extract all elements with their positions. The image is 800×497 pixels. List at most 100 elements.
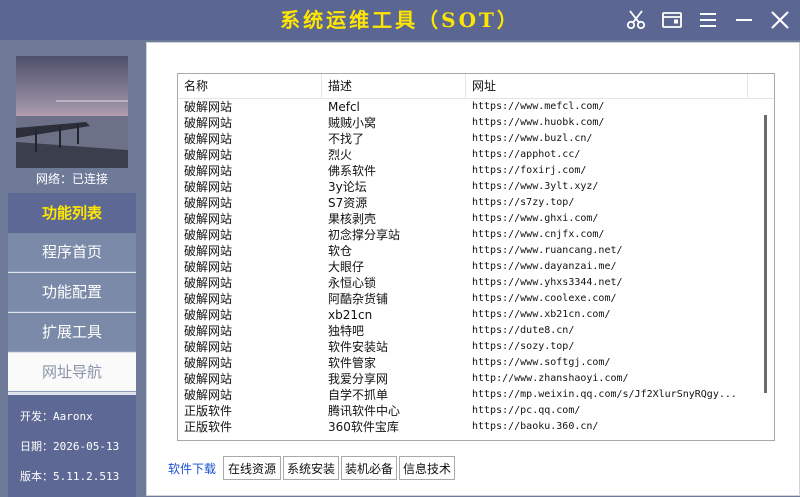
- row-url: https://foxirj.com/: [472, 165, 587, 176]
- table-row[interactable]: 破解网站 软件安装站 https://sozy.top/: [178, 339, 756, 355]
- row-description: 大眼仔: [328, 260, 365, 274]
- menu-item-extensions[interactable]: 扩展工具: [8, 313, 136, 352]
- row-name: 破解网站: [184, 388, 233, 402]
- close-icon[interactable]: [768, 8, 792, 32]
- row-name: 破解网站: [184, 164, 233, 178]
- scrollbar-thumb[interactable]: [764, 115, 767, 393]
- table-row[interactable]: 破解网站 果核剥壳 https://www.ghxi.com/: [178, 211, 756, 227]
- row-url: https://www.yhxs3344.net/: [472, 277, 623, 288]
- row-url: https://www.ghxi.com/: [472, 213, 599, 224]
- tab-bar: 软件下载 在线资源 系统安装 装机必备 信息技术: [163, 456, 763, 482]
- scissors-icon[interactable]: [624, 8, 648, 32]
- table-row[interactable]: 破解网站 初念撑分享站 https://www.cnjfx.com/: [178, 227, 756, 243]
- row-url: https://www.3ylt.xyz/: [472, 181, 599, 192]
- function-menu: 功能列表 程序首页 功能配置 扩展工具 网址导航 开发：Aaronx 日期：20…: [8, 193, 136, 497]
- row-url: https://www.buzl.cn/: [472, 133, 593, 144]
- menu-title: 功能列表: [41, 204, 102, 222]
- menu-item-config[interactable]: 功能配置: [8, 273, 136, 312]
- developer-info: 开发：Aaronx: [20, 410, 93, 423]
- row-url: https://www.xb21cn.com/: [472, 309, 611, 320]
- row-name: 破解网站: [184, 180, 233, 194]
- table-row[interactable]: 破解网站 3y论坛 https://www.3ylt.xyz/: [178, 179, 756, 195]
- table-row[interactable]: 破解网站 烈火 https://apphot.cc/: [178, 147, 756, 163]
- main-content: 名称 描述 网址 破解网站 Mefcl https://www.mefcl.com/…: [146, 40, 800, 496]
- row-name: 破解网站: [184, 116, 233, 130]
- row-name: 正版软件: [184, 420, 233, 434]
- minimize-icon[interactable]: [732, 8, 756, 32]
- tab-software-download[interactable]: 软件下载: [163, 456, 221, 480]
- table-row[interactable]: 破解网站 大眼仔 https://www.dayanzai.me/: [178, 259, 756, 275]
- table-row[interactable]: 破解网站 软仓 https://www.ruancang.net/: [178, 243, 756, 259]
- table-row[interactable]: 破解网站 不找了 https://www.buzl.cn/: [178, 131, 756, 147]
- row-description: 软件安装站: [328, 340, 389, 354]
- table-row[interactable]: 正版软件 腾讯软件中心 https://pc.qq.com/: [178, 403, 756, 419]
- column-header-name[interactable]: 名称: [178, 74, 322, 98]
- avatar: [16, 56, 128, 168]
- row-description: 独特吧: [328, 324, 365, 338]
- row-url: https://mp.weixin.qq.com/s/Jf2XlurSnyRQg…: [472, 389, 737, 400]
- row-description: 我爱分享网: [328, 372, 389, 386]
- table-row[interactable]: 破解网站 独特吧 https://dute8.cn/: [178, 323, 756, 339]
- row-name: 破解网站: [184, 196, 233, 210]
- table-row[interactable]: 破解网站 贼贼小窝 https://www.huobk.com/: [178, 115, 756, 131]
- row-description: 自学不抓单: [328, 388, 389, 402]
- row-url: https://www.softgj.com/: [472, 357, 611, 368]
- column-header-desc[interactable]: 描述: [322, 74, 466, 98]
- row-description: 阿酷杂货铺: [328, 292, 389, 306]
- table-row[interactable]: 破解网站 软件管家 https://www.softgj.com/: [178, 355, 756, 371]
- row-name: 破解网站: [184, 228, 233, 242]
- table-row[interactable]: 破解网站 S7资源 https://s7zy.top/: [178, 195, 756, 211]
- tab-info-tech[interactable]: 信息技术: [399, 456, 455, 480]
- row-url: https://www.dayanzai.me/: [472, 261, 617, 272]
- table-row[interactable]: 正版软件 360软件宝库 https://baoku.360.cn/: [178, 419, 756, 435]
- row-name: 破解网站: [184, 372, 233, 386]
- column-header-url[interactable]: 网址: [466, 74, 748, 98]
- row-description: 腾讯软件中心: [328, 404, 401, 418]
- url-list[interactable]: 名称 描述 网址 破解网站 Mefcl https://www.mefcl.com/…: [177, 73, 775, 441]
- row-description: 贼贼小窝: [328, 116, 377, 130]
- menu-item-home[interactable]: 程序首页: [8, 233, 136, 272]
- table-row[interactable]: 破解网站 Mefcl https://www.mefcl.com/: [178, 99, 756, 115]
- row-url: https://www.huobk.com/: [472, 117, 605, 128]
- row-name: 破解网站: [184, 212, 233, 226]
- row-url: https://s7zy.top/: [472, 197, 575, 208]
- row-name: 破解网站: [184, 132, 233, 146]
- tab-online-resources[interactable]: 在线资源: [223, 456, 281, 480]
- window-icon[interactable]: [660, 8, 684, 32]
- row-url: https://www.mefcl.com/: [472, 101, 605, 112]
- tab-essentials[interactable]: 装机必备: [341, 456, 397, 480]
- row-description: 永恒心锁: [328, 276, 377, 290]
- row-url: https://www.cnjfx.com/: [472, 229, 605, 240]
- vertical-scrollbar[interactable]: [756, 99, 773, 439]
- row-description: 果核剥壳: [328, 212, 377, 226]
- row-description: xb21cn: [328, 308, 373, 322]
- table-row[interactable]: 破解网站 永恒心锁 https://www.yhxs3344.net/: [178, 275, 756, 291]
- menu-header: 功能列表: [8, 193, 136, 233]
- table-row[interactable]: 破解网站 阿酷杂货铺 https://www.coolexe.com/: [178, 291, 756, 307]
- row-name: 正版软件: [184, 404, 233, 418]
- row-url: https://apphot.cc/: [472, 149, 581, 160]
- row-url: https://pc.qq.com/: [472, 405, 581, 416]
- row-name: 破解网站: [184, 276, 233, 290]
- table-row[interactable]: 破解网站 我爱分享网 http://www.zhanshaoyi.com/: [178, 371, 756, 387]
- row-description: 360软件宝库: [328, 420, 399, 434]
- menu-item-url-nav[interactable]: 网址导航: [8, 353, 136, 392]
- menu-icon[interactable]: [696, 8, 720, 32]
- row-description: Mefcl: [328, 100, 360, 114]
- row-description: 佛系软件: [328, 164, 377, 178]
- row-url: https://dute8.cn/: [472, 325, 575, 336]
- row-name: 破解网站: [184, 292, 233, 306]
- date-info: 日期：2026-05-13: [20, 440, 120, 453]
- list-header: 名称 描述 网址: [178, 74, 774, 99]
- row-url: https://baoku.360.cn/: [472, 421, 599, 432]
- row-name: 破解网站: [184, 356, 233, 370]
- table-row[interactable]: 破解网站 自学不抓单 https://mp.weixin.qq.com/s/Jf2X…: [178, 387, 756, 403]
- row-url: https://www.ruancang.net/: [472, 245, 623, 256]
- network-status: 网络：已连接: [35, 172, 108, 186]
- table-row[interactable]: 破解网站 佛系软件 https://foxirj.com/: [178, 163, 756, 179]
- row-name: 破解网站: [184, 148, 233, 162]
- tab-system-install[interactable]: 系统安装: [283, 456, 339, 480]
- row-name: 破解网站: [184, 340, 233, 354]
- table-row[interactable]: 破解网站 xb21cn https://www.xb21cn.com/: [178, 307, 756, 323]
- row-description: 3y论坛: [328, 180, 367, 194]
